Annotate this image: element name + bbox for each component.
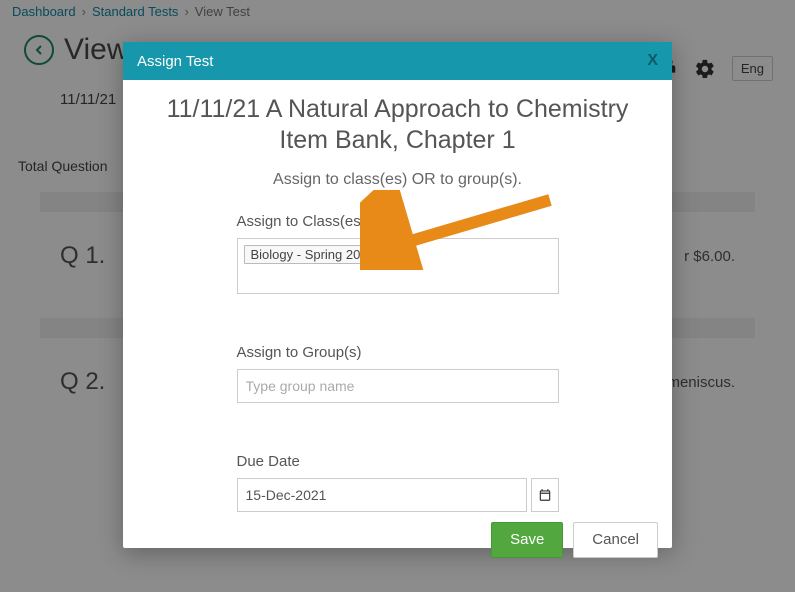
modal-footer: Save Cancel — [123, 512, 672, 572]
modal-header-title: Assign Test — [137, 53, 213, 70]
save-button[interactable]: Save — [491, 522, 563, 558]
assign-class-label: Assign to Class(es) — [237, 213, 559, 230]
modal-subtitle: Assign to class(es) OR to group(s). — [273, 171, 522, 189]
calendar-button[interactable] — [531, 478, 558, 512]
modal-title: 11/11/21 A Natural Approach to Chemistry… — [141, 94, 654, 157]
modal-header: Assign Test X — [123, 42, 672, 80]
calendar-icon — [538, 488, 552, 502]
due-date-input[interactable] — [237, 478, 528, 512]
remove-tag-icon[interactable]: ✕ — [379, 247, 393, 261]
assign-class-block: Assign to Class(es) Biology - Spring 202… — [237, 213, 559, 294]
due-date-block: Due Date — [237, 453, 559, 512]
group-name-input[interactable] — [237, 369, 559, 403]
due-date-label: Due Date — [237, 453, 559, 470]
cancel-button[interactable]: Cancel — [573, 522, 658, 558]
class-tag-text: Biology - Spring 2020 — [251, 247, 375, 262]
close-icon[interactable]: X — [647, 52, 658, 70]
class-tag: Biology - Spring 2020 ✕ — [244, 245, 396, 264]
assign-group-label: Assign to Group(s) — [237, 344, 559, 361]
modal-body: 11/11/21 A Natural Approach to Chemistry… — [123, 80, 672, 512]
assign-group-block: Assign to Group(s) — [237, 344, 559, 403]
class-tag-input[interactable]: Biology - Spring 2020 ✕ — [237, 238, 559, 294]
assign-test-modal: Assign Test X 11/11/21 A Natural Approac… — [123, 42, 672, 548]
